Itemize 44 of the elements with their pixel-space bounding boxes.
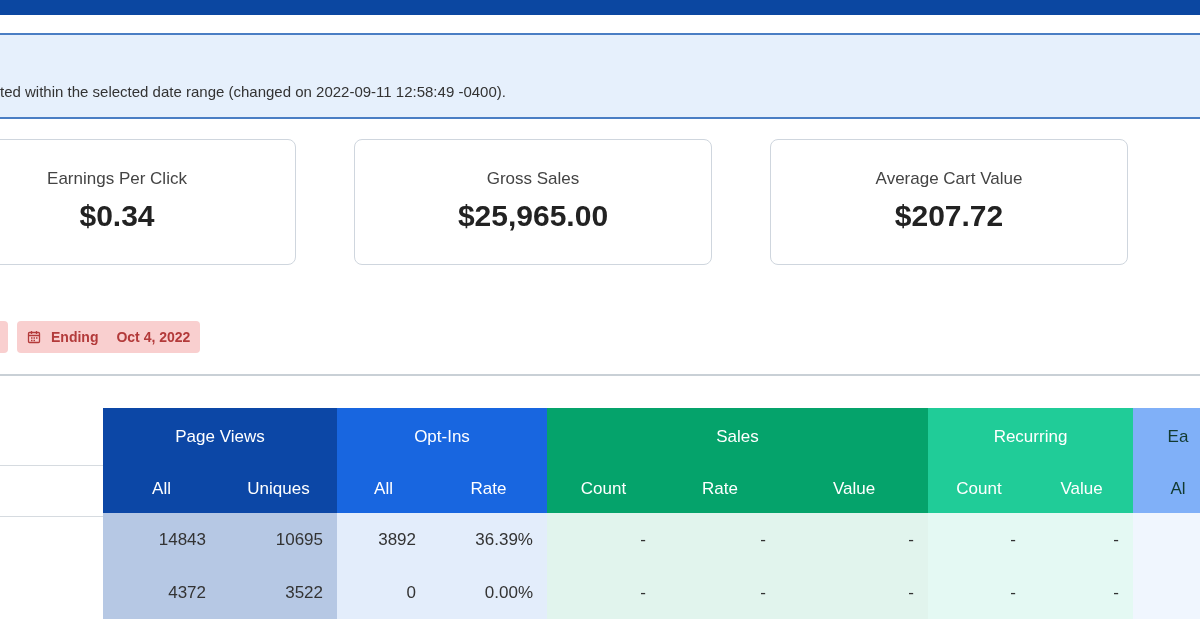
- table-cell: 10695: [220, 513, 337, 566]
- table-cell: -: [928, 566, 1030, 619]
- column-header: Value: [780, 465, 928, 513]
- table-cell: -: [660, 513, 780, 566]
- column-header: Rate: [660, 465, 780, 513]
- table-cell: -: [1030, 513, 1133, 566]
- table-cell: 0: [337, 566, 430, 619]
- table-cell: -: [1030, 566, 1133, 619]
- notice-text: ted within the selected date range (changed on 2022-09-11 12:58:49 -0400).: [0, 81, 506, 102]
- column-group-header: Opt-Ins: [337, 408, 547, 465]
- stat-label: Average Cart Value: [875, 167, 1023, 190]
- table-cell: 4372: [103, 566, 220, 619]
- stat-label: Earnings Per Click: [47, 167, 187, 190]
- stat-label: Gross Sales: [486, 167, 580, 190]
- table-cell: 3892: [337, 513, 430, 566]
- stat-value: $0.34: [79, 198, 155, 235]
- table-cell: -: [780, 566, 928, 619]
- column-group-header: Page Views: [103, 408, 337, 465]
- table-cell: [1133, 566, 1200, 619]
- date-pill[interactable]: Ending Oct 4, 2022: [17, 321, 201, 353]
- column-header: Rate: [430, 465, 547, 513]
- table-cell: -: [547, 513, 660, 566]
- table-cell: 3522: [220, 566, 337, 619]
- column-header: Count: [928, 465, 1030, 513]
- column-header: All: [103, 465, 220, 513]
- table-cell: 36.39%: [430, 513, 547, 566]
- stat-value: $25,965.00: [457, 198, 609, 235]
- column-header: Count: [547, 465, 660, 513]
- column-header: Value: [1030, 465, 1133, 513]
- column-header: Uniques: [220, 465, 337, 513]
- table-cell: 14843: [103, 513, 220, 566]
- calendar-icon: [27, 330, 41, 344]
- column-header: Al: [1133, 465, 1200, 513]
- table-cell: 0.00%: [430, 566, 547, 619]
- column-group-header: Recurring: [928, 408, 1133, 465]
- column-group-header: Sales: [547, 408, 928, 465]
- column-header: All: [337, 465, 430, 513]
- column-group-header: Ea: [1133, 408, 1200, 465]
- stat-value: $207.72: [894, 198, 1004, 235]
- table-cell: [1133, 513, 1200, 566]
- table-cell: -: [547, 566, 660, 619]
- table-cell: -: [928, 513, 1030, 566]
- table-cell: -: [660, 566, 780, 619]
- table-cell: -: [780, 513, 928, 566]
